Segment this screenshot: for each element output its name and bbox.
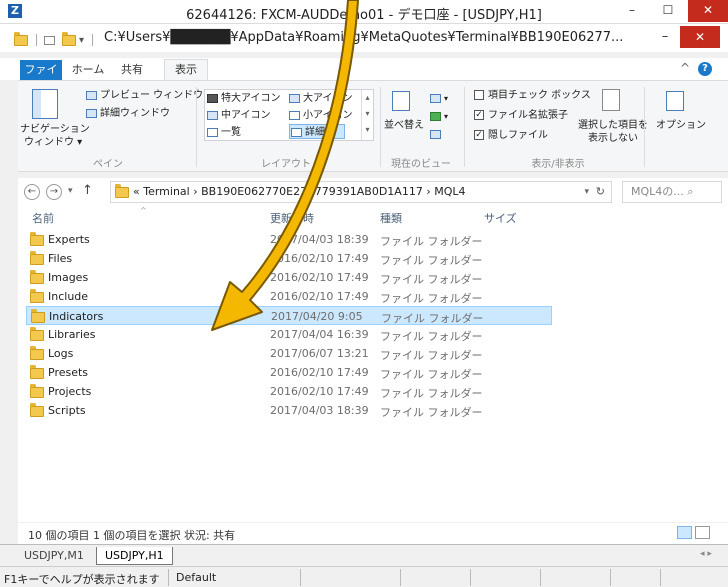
hide-selected-icon <box>602 89 620 111</box>
file-extensions-toggle[interactable]: ✓ ファイル名拡張子 <box>474 109 568 122</box>
search-input[interactable]: MQL4の... ⌕ <box>622 181 722 203</box>
details-view-icon[interactable] <box>677 526 692 539</box>
file-name: Include <box>48 290 89 303</box>
tab-share[interactable]: 共有 <box>112 60 152 80</box>
file-name: Logs <box>48 347 74 360</box>
show-hide-group-label: 表示/非表示 <box>531 159 585 170</box>
size-columns-button[interactable] <box>430 127 444 140</box>
new-folder-icon[interactable] <box>61 31 76 46</box>
add-columns-button[interactable]: ▾ <box>430 109 448 122</box>
file-row-presets[interactable]: Presets 2016/02/10 17:49 ファイル フォルダー <box>26 363 552 382</box>
tab-home[interactable]: ホーム <box>68 60 108 80</box>
folder-icon <box>30 365 44 379</box>
folder-icon <box>30 327 44 341</box>
chart-tab-usdjpy-m1[interactable]: USDJPY,M1 <box>16 547 92 565</box>
hidden-items-toggle[interactable]: ✓ 隠しファイル <box>474 129 548 142</box>
group-by-button[interactable]: ▾ <box>430 91 448 104</box>
file-name: Scripts <box>48 404 86 417</box>
hide-selected-button-line2: 表示しない <box>588 133 638 144</box>
file-date: 2017/04/03 18:39 <box>270 404 369 417</box>
details-pane-button[interactable]: 詳細ウィンドウ <box>86 107 170 120</box>
chart-tab-bar: USDJPY,M1 USDJPY,H1 ◂ ▸ <box>0 544 728 566</box>
file-name: Images <box>48 271 89 284</box>
folder-icon <box>30 384 44 398</box>
file-date: 2016/02/10 17:49 <box>270 366 369 379</box>
item-checkboxes-toggle[interactable]: 項目チェック ボックス <box>474 89 591 102</box>
folder-icon <box>14 31 28 46</box>
folder-icon <box>115 183 129 198</box>
explorer-status-bar: 10 個の項目 1 個の項目を選択 状況: 共有 <box>18 522 728 544</box>
options-button[interactable]: オプション <box>656 119 706 132</box>
tab-file[interactable]: ファイル <box>20 60 62 96</box>
sort-arrow-icon: ^ <box>140 206 147 215</box>
navigation-pane-button[interactable]: ナビゲーション <box>20 123 90 136</box>
pane-group-label: ペイン <box>93 159 123 170</box>
folder-icon <box>31 309 45 323</box>
file-type: ファイル フォルダー <box>380 368 483 381</box>
collapse-ribbon-icon[interactable]: ^ <box>680 61 690 75</box>
mt4-maximize-button[interactable]: ☐ <box>652 0 684 22</box>
navigation-pane-dropdown[interactable]: ウィンドウ ▾ <box>24 136 82 149</box>
file-name: Indicators <box>49 310 104 323</box>
view-switcher <box>674 526 710 542</box>
recent-locations-button[interactable]: ▾ <box>68 186 73 196</box>
file-row-projects[interactable]: Projects 2016/02/10 17:49 ファイル フォルダー <box>26 382 552 401</box>
mt4-status-bar: F1キーでヘルプが表示されます Default <box>0 566 728 587</box>
file-name: Presets <box>48 366 89 379</box>
folder-icon <box>30 403 44 417</box>
help-icon[interactable]: ? <box>698 62 712 76</box>
status-profile: Default <box>176 571 217 584</box>
folder-icon <box>30 346 44 360</box>
file-name: Libraries <box>48 328 96 341</box>
file-name: Files <box>48 252 73 265</box>
file-type: ファイル フォルダー <box>380 406 483 419</box>
file-type: ファイル フォルダー <box>380 387 483 400</box>
mt4-minimize-button[interactable]: – <box>616 0 648 22</box>
large-icons-view-icon[interactable] <box>695 526 710 539</box>
navigation-pane-icon <box>32 89 58 119</box>
mt4-terminal-window: Z 62644126: FXCM-AUDDemo01 - デモ口座 - [USD… <box>0 0 728 587</box>
column-header-size[interactable]: サイズ <box>484 210 517 226</box>
column-header-name[interactable]: 名前 <box>32 210 54 226</box>
status-text: 10 個の項目 1 個の項目を選択 状況: 共有 <box>28 529 236 542</box>
explorer-minimize-button[interactable]: – <box>650 24 680 50</box>
preview-pane-icon <box>86 90 97 100</box>
refresh-icon[interactable]: ↻ <box>596 182 605 202</box>
chart-tab-usdjpy-h1[interactable]: USDJPY,H1 <box>96 547 173 565</box>
folder-icon <box>30 270 44 284</box>
customize-toolbar-icon[interactable]: ▾ <box>79 35 84 46</box>
preview-pane-button[interactable]: プレビュー ウィンドウ <box>86 89 203 102</box>
explorer-close-button[interactable]: ✕ <box>680 26 720 48</box>
file-date: 2016/02/10 17:49 <box>270 385 369 398</box>
annotation-arrow <box>211 0 359 331</box>
hide-selected-button[interactable]: 選択した項目を <box>578 119 648 132</box>
properties-icon[interactable] <box>44 35 55 45</box>
file-name: Experts <box>48 233 90 246</box>
file-name: Projects <box>48 385 92 398</box>
arrow-shape <box>211 0 359 331</box>
folder-icon <box>30 251 44 265</box>
tab-scroll-arrows[interactable]: ◂ ▸ <box>700 549 712 559</box>
options-icon <box>666 91 684 111</box>
up-button[interactable]: ↑ <box>82 183 93 198</box>
mt4-close-button[interactable]: ✕ <box>688 0 728 22</box>
details-pane-icon <box>86 108 97 118</box>
status-help-text: F1キーでヘルプが表示されます <box>4 573 160 586</box>
forward-button[interactable]: → <box>46 184 62 200</box>
address-dropdown-icon[interactable]: ▾ <box>584 182 589 202</box>
back-button[interactable]: ← <box>24 184 40 200</box>
folder-icon <box>30 232 44 246</box>
folder-icon <box>30 289 44 303</box>
quick-access-toolbar: ▾ <box>14 31 97 46</box>
file-row-scripts[interactable]: Scripts 2017/04/03 18:39 ファイル フォルダー <box>26 401 552 420</box>
